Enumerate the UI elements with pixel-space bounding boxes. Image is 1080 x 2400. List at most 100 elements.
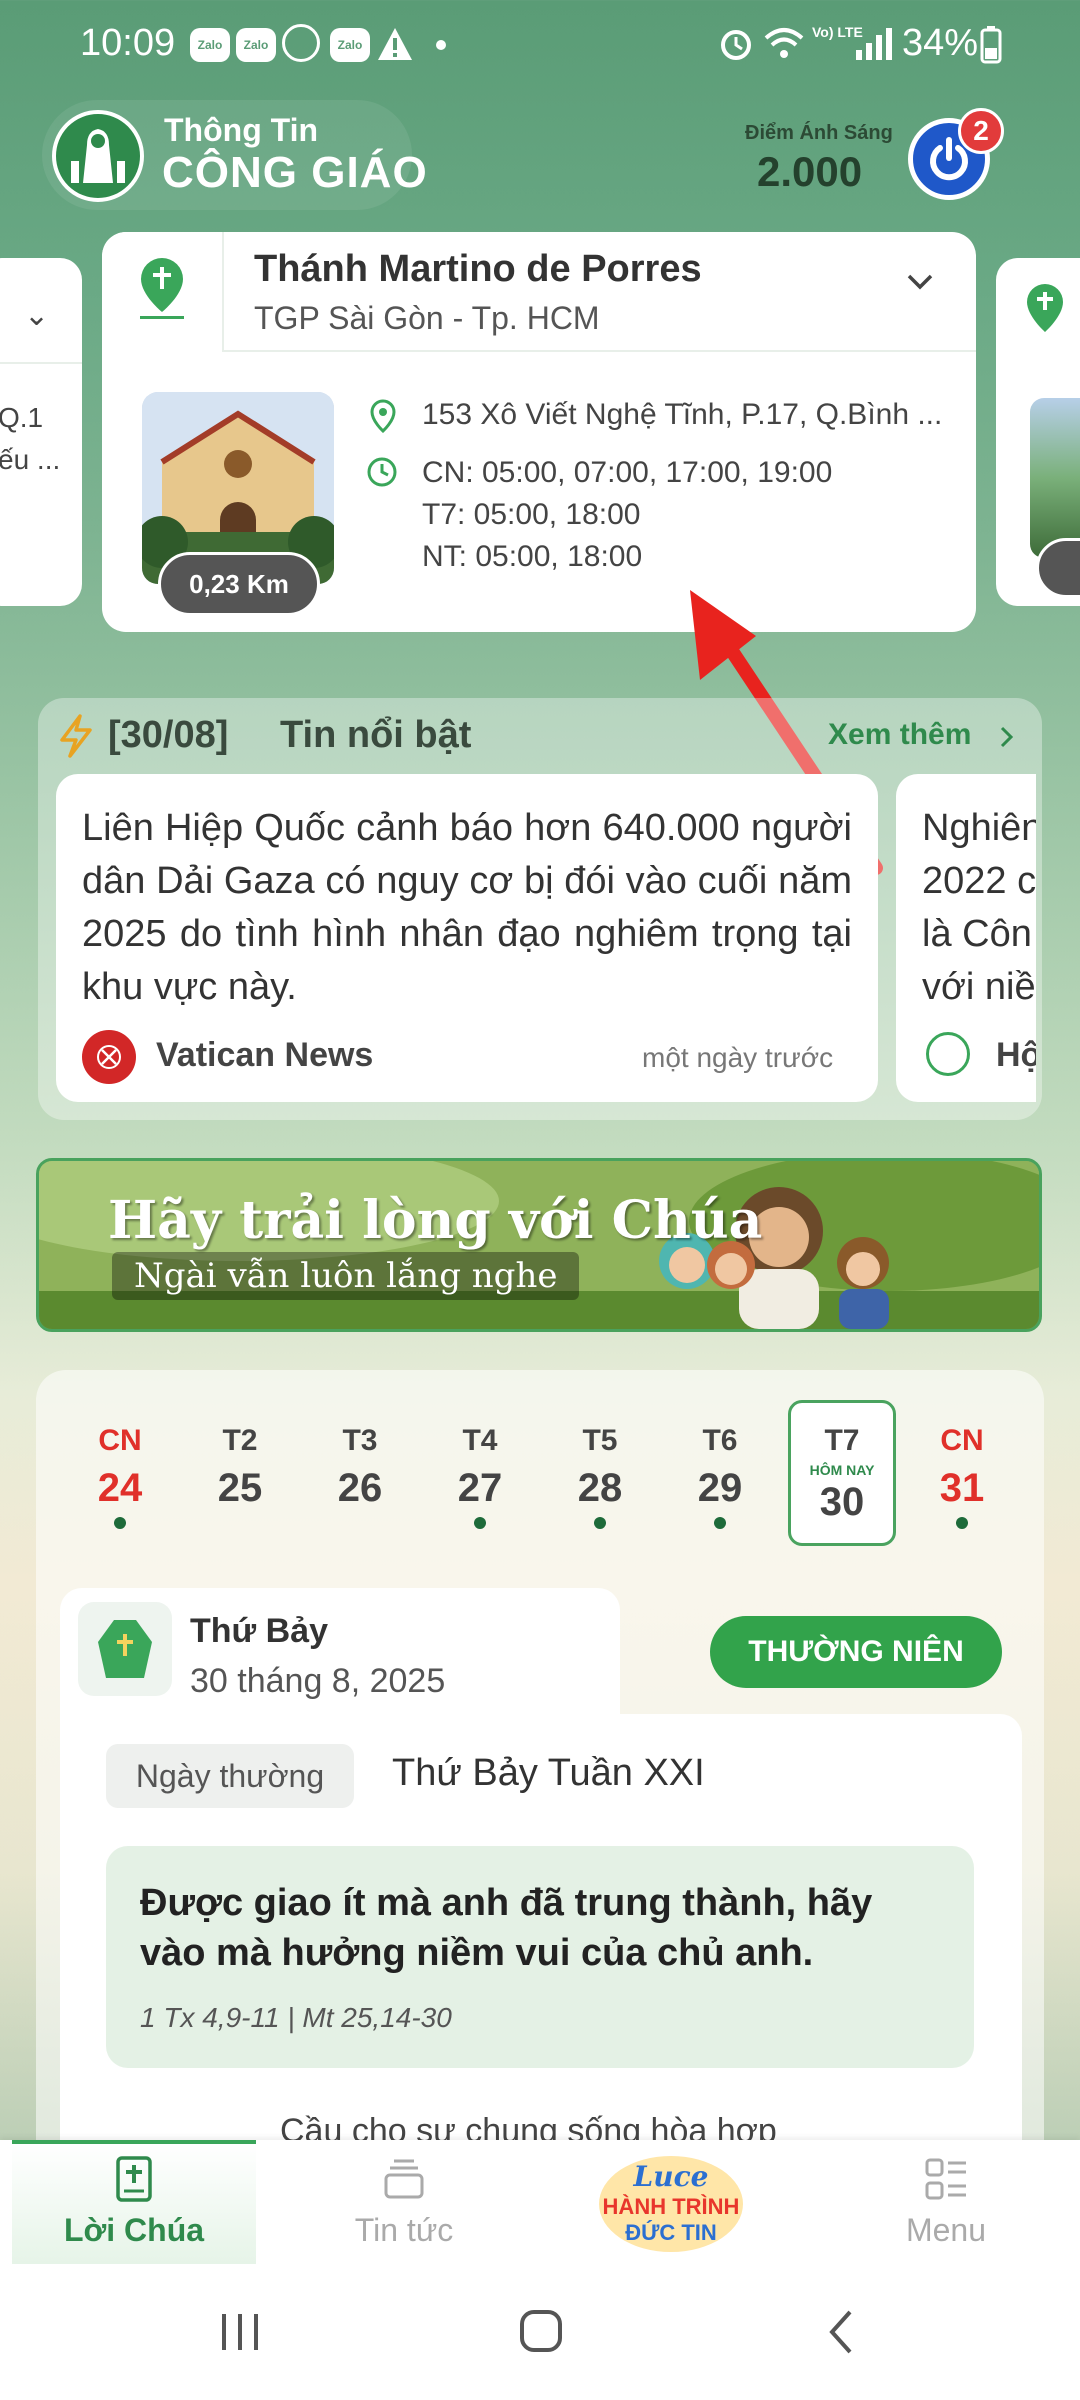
back-icon[interactable]: [826, 2308, 856, 2356]
church-card-previous[interactable]: ⌄ Q.1 ếu ...: [0, 258, 82, 606]
calendar-date: 28: [577, 1466, 623, 1510]
calendar-weekday: CN: [940, 1424, 984, 1457]
news-headline: Liên Hiệp Quốc cảnh báo hơn 640.000 ngườ…: [82, 807, 852, 1008]
chevron-down-icon[interactable]: [905, 272, 935, 292]
news-time: một ngày trước: [642, 1042, 834, 1073]
calendar-weekday: T6: [702, 1424, 738, 1457]
calendar-date: 25: [217, 1466, 263, 1510]
clock-icon: [367, 457, 397, 487]
nav-label: Menu: [905, 2212, 987, 2248]
chevron-down-icon: ⌄: [24, 299, 50, 332]
mass-schedule-sunday: CN: 05:00, 07:00, 17:00, 19:00: [422, 456, 833, 489]
today-label: HÔM NAY: [809, 1462, 875, 1478]
status-bar: 10:09 Zalo Zalo Zalo Vo) LTE 34%: [0, 0, 1080, 90]
event-dot: [714, 1517, 726, 1529]
vestment-icon: [78, 1602, 172, 1696]
zalo-notification-icon: Zalo: [330, 28, 370, 62]
banner-subheadline: Ngài vẫn luôn lắng nghe: [112, 1252, 580, 1300]
news-source: Hộ: [996, 1036, 1036, 1074]
mass-schedule-weekday: NT: 05:00, 18:00: [422, 540, 643, 573]
see-more-link[interactable]: Xem thêm: [828, 718, 971, 752]
calendar-day[interactable]: T2 25: [190, 1424, 290, 1511]
calendar-day[interactable]: T4 27: [430, 1424, 530, 1529]
side-card-text: ếu ...: [0, 444, 61, 475]
calendar-weekday: T3: [342, 1424, 378, 1457]
menu-grid-icon: [925, 2158, 966, 2200]
news-section-title: Tin nổi bật: [280, 714, 472, 756]
nav-item-menu[interactable]: Menu: [826, 2150, 1066, 2249]
brand-logo-icon: [52, 110, 144, 202]
church-pin-area: [102, 232, 222, 347]
calendar-date: 31: [939, 1466, 985, 1510]
divider: [0, 362, 82, 364]
gospel-verse-text: Được giao ít mà anh đã trung thành, hãy …: [140, 1882, 873, 1974]
news-text-line: Nghiên: [922, 807, 1036, 849]
zalo-notification-icon: Zalo: [236, 28, 276, 62]
side-card-text: Q.1: [0, 402, 44, 433]
system-navigation-bar: [0, 2264, 1080, 2400]
news-source: Vatican News: [156, 1036, 374, 1074]
bible-icon: [116, 2156, 152, 2202]
nav-item-news[interactable]: Tin tức: [284, 2150, 524, 2249]
battery-percent: 34%: [902, 22, 979, 64]
signal-icon: [856, 28, 892, 60]
liturgical-season-button[interactable]: THƯỜNG NIÊN: [710, 1616, 1002, 1688]
liturgy-day-name: Thứ Bảy: [190, 1612, 328, 1650]
calendar-weekday: CN: [98, 1424, 142, 1457]
calendar-day[interactable]: T3 26: [310, 1424, 410, 1511]
location-icon: [370, 399, 396, 434]
light-points-value: 2.000: [757, 148, 863, 195]
news-card[interactable]: Nghiên 2022 c là Côn với niề Hộ: [896, 774, 1036, 1102]
calendar-date: 26: [337, 1466, 383, 1510]
status-time: 10:09: [80, 22, 176, 64]
luce-logo-text: Luce: [633, 2160, 709, 2193]
light-points-label: Điểm Ánh Sáng: [745, 122, 893, 144]
dot-icon: [436, 40, 446, 50]
chevron-right-icon[interactable]: [998, 724, 1016, 750]
viber-icon: [282, 24, 320, 62]
calendar-weekday: T2: [222, 1424, 258, 1457]
calendar-day[interactable]: T5 28: [550, 1424, 650, 1529]
alarm-icon: [721, 30, 751, 60]
calendar-day[interactable]: CN 24: [70, 1424, 170, 1529]
home-icon[interactable]: [518, 2308, 564, 2354]
stack-icon: [384, 2159, 424, 2199]
calendar-date: 27: [457, 1466, 503, 1510]
brand-name-line2: CÔNG GIÁO: [162, 148, 428, 197]
event-dot: [114, 1517, 126, 1529]
calendar-weekday: T5: [582, 1424, 618, 1457]
liturgy-full-date: 30 tháng 8, 2025: [190, 1662, 446, 1700]
luce-logo-text: ĐỨC TIN: [625, 2220, 717, 2245]
banner-headline: Hãy trải lòng với Chúa: [108, 1190, 763, 1251]
church-card-next[interactable]: [996, 258, 1080, 606]
battery-icon: [980, 26, 1002, 64]
church-photo: [1030, 398, 1080, 558]
calendar-date: 30: [819, 1480, 865, 1524]
luce-faith-journey-logo[interactable]: Luce HÀNH TRÌNH ĐỨC TIN: [596, 2152, 746, 2256]
calendar-day[interactable]: CN 31: [912, 1424, 1012, 1529]
calendar-day[interactable]: T6 29: [670, 1424, 770, 1529]
nav-label: Lời Chúa: [63, 2212, 205, 2248]
vatican-news-logo-icon: [82, 1030, 136, 1084]
mass-schedule-saturday: T7: 05:00, 18:00: [422, 498, 641, 531]
church-pin-icon: [140, 258, 184, 319]
calendar-date: 24: [97, 1466, 143, 1510]
news-text-line: 2022 c: [922, 860, 1036, 902]
warning-icon: [378, 28, 412, 60]
church-name: Thánh Martino de Porres: [254, 248, 702, 290]
lightning-icon: [60, 714, 92, 758]
zalo-notification-icon: Zalo: [190, 28, 230, 62]
source-logo-icon: [926, 1032, 970, 1076]
calendar-date: 29: [697, 1466, 743, 1510]
news-date: [30/08]: [108, 714, 229, 756]
liturgy-week-title: Thứ Bảy Tuần XXI: [392, 1752, 705, 1794]
nav-item-word-of-god[interactable]: Lời Chúa: [14, 2150, 254, 2249]
news-text-line: với niề: [922, 966, 1036, 1008]
wifi-icon: [764, 28, 804, 58]
event-dot: [594, 1517, 606, 1529]
calendar-weekday: T4: [462, 1424, 498, 1457]
recent-apps-icon[interactable]: [218, 2310, 262, 2354]
luce-logo-text: HÀNH TRÌNH: [603, 2194, 740, 2219]
day-type-chip: Ngày thường: [106, 1744, 354, 1808]
notification-badge[interactable]: 2: [958, 108, 1004, 154]
